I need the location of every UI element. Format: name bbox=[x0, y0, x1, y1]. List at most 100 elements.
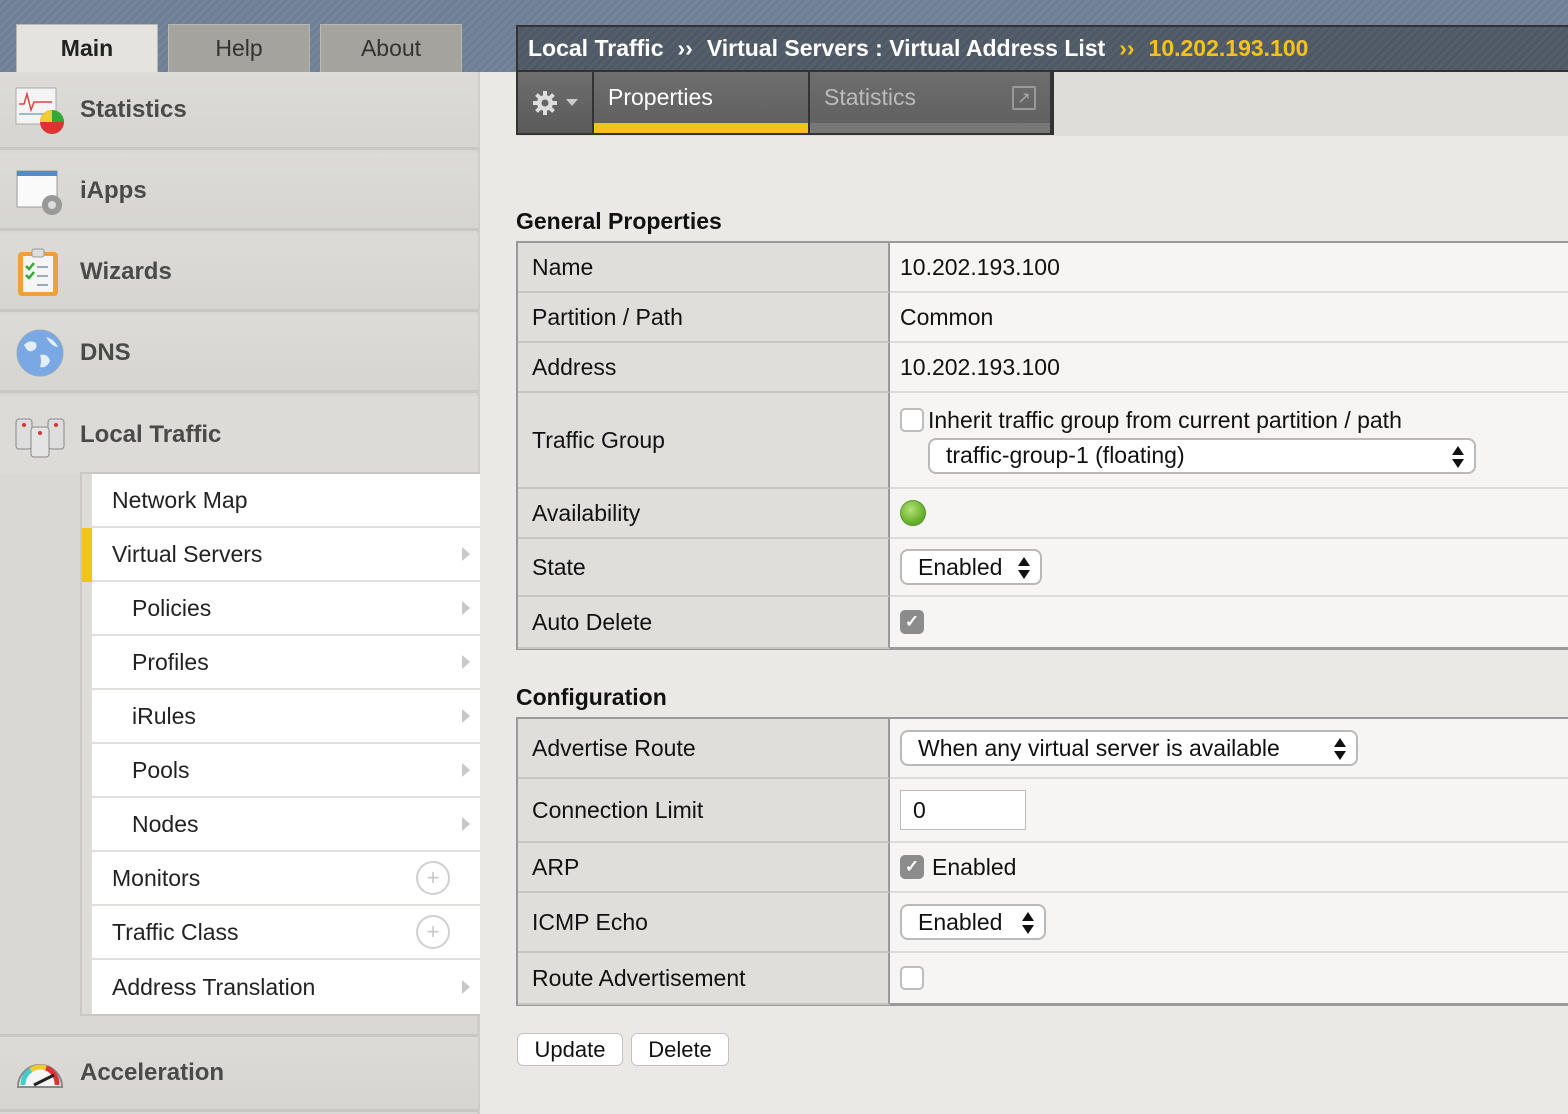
sidebar-category-label: Acceleration bbox=[80, 1059, 225, 1086]
sidebar-category-label: Wizards bbox=[80, 257, 172, 285]
property-row-name: Name 10.202.193.100 bbox=[518, 243, 1568, 293]
tab-label: Properties bbox=[608, 84, 713, 110]
content-tabs: Properties Statistics ↗ bbox=[516, 72, 1054, 135]
chevron-right-icon[interactable] bbox=[462, 547, 470, 561]
subnav-item-virtual-servers[interactable]: Virtual Servers bbox=[82, 528, 480, 582]
select-updown-icon bbox=[1334, 738, 1346, 760]
chevron-right-icon[interactable] bbox=[462, 763, 470, 777]
subnav-item-label: Address Translation bbox=[112, 973, 316, 1000]
chevron-right-icon[interactable] bbox=[462, 980, 470, 994]
chevron-right-icon[interactable] bbox=[462, 655, 470, 669]
property-row-availability: Availability bbox=[518, 489, 1568, 539]
inherit-traffic-group-checkbox[interactable] bbox=[900, 408, 924, 432]
advertise-route-select[interactable]: When any virtual server is available bbox=[900, 730, 1358, 766]
tab-label: Statistics bbox=[824, 84, 917, 110]
route-advertisement-checkbox[interactable] bbox=[900, 966, 924, 990]
name-value: 10.202.193.100 bbox=[890, 243, 1568, 291]
subnav-item-profiles[interactable]: Profiles bbox=[92, 636, 480, 690]
add-circle-icon[interactable]: + bbox=[416, 915, 450, 949]
state-select[interactable]: Enabled bbox=[900, 549, 1042, 585]
sidebar-category-local-traffic[interactable]: Local Traffic bbox=[0, 396, 478, 474]
settings-menu-button[interactable] bbox=[518, 72, 594, 133]
wizards-icon bbox=[14, 246, 66, 298]
dns-globe-icon bbox=[14, 327, 66, 379]
icmp-echo-value: Enabled bbox=[890, 893, 1568, 951]
tab-help[interactable]: Help bbox=[168, 24, 310, 72]
local-traffic-icon bbox=[14, 409, 66, 461]
subnav-item-monitors[interactable]: Monitors + bbox=[92, 852, 480, 906]
property-label: Route Advertisement bbox=[518, 953, 890, 1005]
popout-icon[interactable]: ↗ bbox=[1012, 86, 1036, 110]
property-label: ARP bbox=[518, 843, 890, 893]
breadcrumb: Local Traffic ›› Virtual Servers : Virtual… bbox=[516, 25, 1568, 72]
sidebar-category-label: Local Traffic bbox=[80, 421, 222, 448]
select-updown-icon bbox=[1022, 912, 1034, 934]
update-button[interactable]: Update bbox=[517, 1033, 623, 1066]
chevron-right-icon[interactable] bbox=[462, 601, 470, 615]
subnav-item-network-map[interactable]: Network Map bbox=[92, 474, 480, 528]
configuration-table: Advertise Route When any virtual server … bbox=[516, 717, 1568, 1006]
add-circle-icon[interactable]: + bbox=[416, 861, 450, 895]
breadcrumb-separator: ›› bbox=[1119, 35, 1135, 61]
sidebar-category-wizards[interactable]: Wizards bbox=[0, 234, 478, 312]
subnav-item-label: Network Map bbox=[112, 486, 248, 513]
subnav-item-label: Traffic Class bbox=[112, 918, 239, 945]
tab-about[interactable]: About bbox=[320, 24, 462, 72]
breadcrumb-item-local-traffic[interactable]: Local Traffic bbox=[528, 35, 663, 62]
delete-button[interactable]: Delete bbox=[631, 1033, 729, 1066]
property-row-partition: Partition / Path Common bbox=[518, 293, 1568, 343]
route-advertisement-value bbox=[890, 953, 1568, 1003]
property-row-auto-delete: Auto Delete ✓ bbox=[518, 597, 1568, 649]
subnav-item-traffic-class[interactable]: Traffic Class + bbox=[92, 906, 480, 960]
main-tabs: Main Help About bbox=[16, 24, 462, 72]
subnav-item-label: Nodes bbox=[132, 810, 199, 837]
select-value: Enabled bbox=[918, 553, 1003, 580]
property-label: Advertise Route bbox=[518, 719, 890, 779]
arp-checkbox[interactable]: ✓ bbox=[900, 855, 924, 879]
auto-delete-checkbox[interactable]: ✓ bbox=[900, 610, 924, 634]
subnav-item-address-translation[interactable]: Address Translation bbox=[92, 960, 480, 1014]
content-tab-area: Properties Statistics ↗ bbox=[516, 72, 1568, 136]
chevron-right-icon[interactable] bbox=[462, 817, 470, 831]
icmp-echo-select[interactable]: Enabled bbox=[900, 904, 1046, 940]
arp-value: ✓ Enabled bbox=[890, 843, 1568, 891]
connection-limit-input[interactable]: 0 bbox=[900, 790, 1026, 830]
statistics-icon bbox=[14, 84, 66, 136]
config-row-advertise-route: Advertise Route When any virtual server … bbox=[518, 719, 1568, 779]
sidebar-category-label: iApps bbox=[80, 176, 147, 204]
breadcrumb-item-virtual-address-list[interactable]: Virtual Servers : Virtual Address List bbox=[707, 35, 1105, 62]
select-value: Enabled bbox=[918, 908, 1003, 935]
property-label: Connection Limit bbox=[518, 779, 890, 843]
config-row-icmp-echo: ICMP Echo Enabled bbox=[518, 893, 1568, 953]
property-label: ICMP Echo bbox=[518, 893, 890, 953]
tab-properties[interactable]: Properties bbox=[594, 72, 810, 133]
tab-statistics[interactable]: Statistics ↗ bbox=[810, 72, 1052, 133]
inherit-row: Inherit traffic group from current parti… bbox=[900, 407, 1402, 434]
subnav-item-nodes[interactable]: Nodes bbox=[92, 798, 480, 852]
tab-main[interactable]: Main bbox=[16, 24, 158, 72]
iapps-icon bbox=[14, 165, 66, 217]
address-value: 10.202.193.100 bbox=[890, 343, 1568, 391]
select-updown-icon bbox=[1018, 557, 1030, 579]
sidebar-category-acceleration[interactable]: Acceleration bbox=[0, 1034, 478, 1112]
config-row-arp: ARP ✓ Enabled bbox=[518, 843, 1568, 893]
general-properties-table: Name 10.202.193.100 Partition / Path Com… bbox=[516, 241, 1568, 650]
breadcrumb-current: 10.202.193.100 bbox=[1148, 35, 1309, 61]
property-row-address: Address 10.202.193.100 bbox=[518, 343, 1568, 393]
state-value: Enabled bbox=[890, 539, 1568, 595]
advertise-route-value: When any virtual server is available bbox=[890, 719, 1568, 777]
gear-icon bbox=[533, 90, 557, 115]
sidebar-category-iapps[interactable]: iApps bbox=[0, 153, 478, 231]
subnav-item-label: Monitors bbox=[112, 864, 201, 891]
traffic-group-select[interactable]: traffic-group-1 (floating) bbox=[928, 437, 1476, 474]
subnav-item-policies[interactable]: Policies bbox=[92, 582, 480, 636]
subnav-item-pools[interactable]: Pools bbox=[92, 744, 480, 798]
subnav-item-irules[interactable]: iRules bbox=[92, 690, 480, 744]
config-row-connection-limit: Connection Limit 0 bbox=[518, 779, 1568, 843]
connection-limit-value: 0 bbox=[890, 779, 1568, 841]
sidebar-category-statistics[interactable]: Statistics bbox=[0, 72, 478, 150]
select-value: traffic-group-1 (floating) bbox=[946, 442, 1185, 468]
chevron-right-icon[interactable] bbox=[462, 709, 470, 723]
sidebar-category-dns[interactable]: DNS bbox=[0, 315, 478, 393]
subnav-item-label: Pools bbox=[132, 756, 190, 783]
